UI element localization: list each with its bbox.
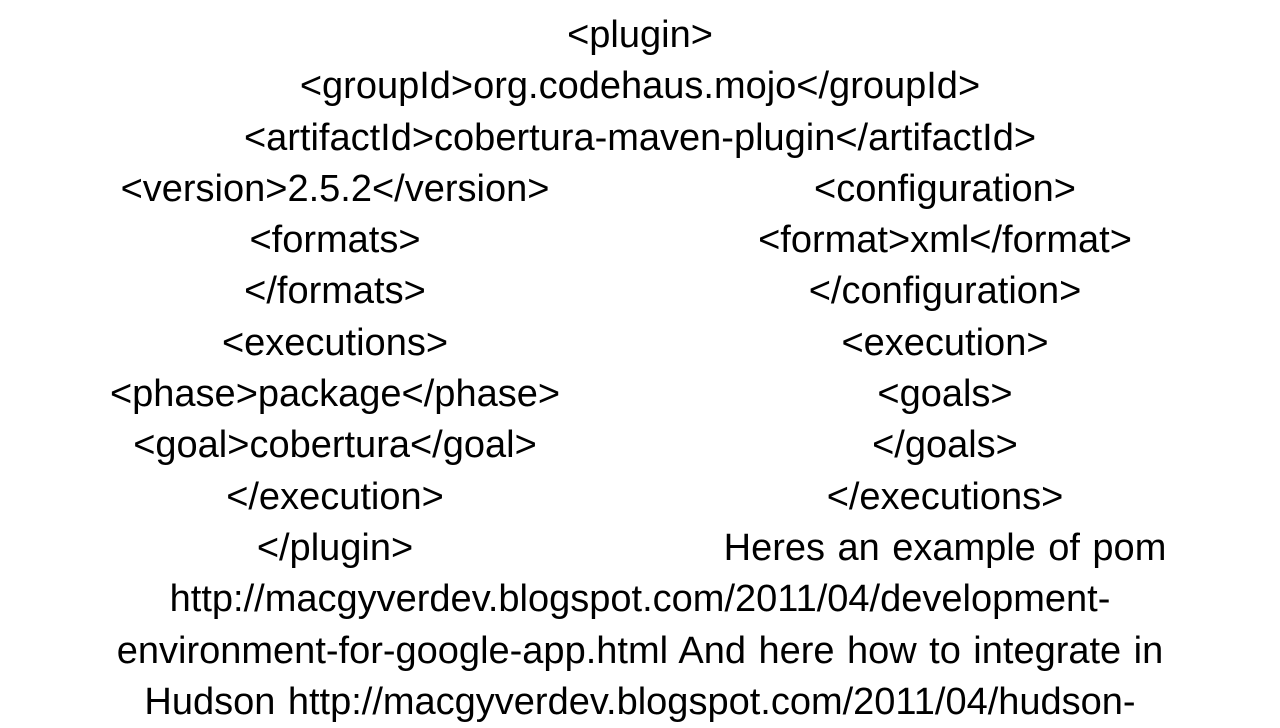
xml-fragment: </configuration>	[640, 266, 1250, 317]
xml-line-pair: </execution> </executions>	[30, 472, 1250, 523]
text-fragment: Heres an example of pom	[640, 523, 1250, 574]
xml-line-pair: <formats> <format>xml</format>	[30, 215, 1250, 266]
url-line: http://macgyverdev.blogspot.com/2011/04/…	[30, 574, 1250, 625]
xml-fragment: </goals>	[640, 420, 1250, 471]
xml-line: <plugin>	[30, 10, 1250, 61]
xml-fragment: </executions>	[640, 472, 1250, 523]
xml-fragment: </formats>	[30, 266, 640, 317]
xml-line: <artifactId>cobertura-maven-plugin</arti…	[30, 113, 1250, 164]
xml-fragment: <formats>	[30, 215, 640, 266]
xml-fragment: <configuration>	[640, 164, 1250, 215]
xml-fragment: <goal>cobertura</goal>	[30, 420, 640, 471]
xml-line: <groupId>org.codehaus.mojo</groupId>	[30, 61, 1250, 112]
xml-fragment: <version>2.5.2</version>	[30, 164, 640, 215]
document-body: <plugin> <groupId>org.codehaus.mojo</gro…	[0, 0, 1280, 720]
text-line: environment-for-google-app.html And here…	[30, 626, 1250, 677]
xml-line-pair: </plugin> Heres an example of pom	[30, 523, 1250, 574]
xml-fragment: <execution>	[640, 318, 1250, 369]
xml-line-pair: <version>2.5.2</version> <configuration>	[30, 164, 1250, 215]
xml-fragment: <executions>	[30, 318, 640, 369]
xml-fragment: </plugin>	[30, 523, 640, 574]
xml-line-pair: </formats> </configuration>	[30, 266, 1250, 317]
xml-line-pair: <executions> <execution>	[30, 318, 1250, 369]
xml-fragment: <phase>package</phase>	[30, 369, 640, 420]
xml-line-pair: <phase>package</phase> <goals>	[30, 369, 1250, 420]
xml-fragment: <goals>	[640, 369, 1250, 420]
xml-fragment: </execution>	[30, 472, 640, 523]
xml-fragment: <format>xml</format>	[640, 215, 1250, 266]
url-line: Hudson http://macgyverdev.blogspot.com/2…	[30, 677, 1250, 728]
xml-line-pair: <goal>cobertura</goal> </goals>	[30, 420, 1250, 471]
